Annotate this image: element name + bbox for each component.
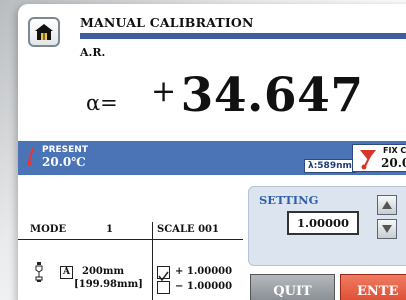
rotation-readout: +34.647	[151, 68, 364, 123]
scale-plus-checkbox[interactable]	[157, 266, 170, 282]
rotation-label: α=	[86, 91, 118, 115]
page-title: MANUAL CALIBRATION	[80, 15, 254, 30]
enter-button[interactable]: ENTE	[340, 274, 406, 300]
title-divider	[80, 33, 406, 39]
mode-value: 1	[106, 224, 113, 235]
column-divider	[152, 222, 153, 300]
mode-table-header: MODE 1 SCALE 001	[18, 222, 243, 240]
increase-button[interactable]	[377, 195, 397, 215]
present-temp-value: 20.0℃	[42, 155, 86, 169]
mode-header: MODE	[30, 224, 67, 235]
scale-header: SCALE 001	[157, 224, 219, 235]
calibration-screen: MANUAL CALIBRATION A.R. α= +34.647 PRESE…	[18, 4, 406, 300]
scale-minus-checkbox[interactable]	[157, 281, 170, 294]
fix-temp-panel[interactable]: FIX C 20.0°	[352, 144, 406, 172]
decrease-button[interactable]	[377, 219, 397, 239]
present-temp-label: PRESENT	[42, 145, 88, 155]
scale-minus-value: − 1.00000	[175, 281, 233, 292]
scale-plus-value: + 1.00000	[175, 266, 233, 277]
wavelength-badge: λ:589nm	[304, 159, 356, 173]
quit-button[interactable]: QUIT	[250, 274, 335, 300]
rotation-sign: +	[151, 74, 177, 109]
thermometer-icon	[27, 147, 34, 166]
status-bar: PRESENT 20.0℃ λ:589nm FIX C 20.0°	[18, 141, 406, 175]
fix-temp-label: FIX C	[383, 146, 406, 155]
thermometer-icon	[360, 150, 376, 170]
setting-input[interactable]: 1.00000	[287, 211, 359, 235]
home-button[interactable]	[28, 17, 60, 47]
size-value: 200mm	[82, 266, 125, 277]
page-subtitle: A.R.	[80, 46, 106, 59]
setting-label: SETTING	[259, 193, 319, 207]
rotation-value: 34.647	[180, 68, 364, 123]
arrow-down-icon	[382, 225, 392, 233]
fix-temp-value: 20.0°	[381, 156, 406, 170]
sensor-icon	[35, 262, 43, 282]
arrow-up-icon	[382, 201, 392, 209]
home-icon	[35, 24, 53, 40]
size-selector[interactable]: A	[60, 266, 73, 279]
setting-panel: SETTING 1.00000	[248, 186, 406, 266]
size-actual: [199.98mm]	[74, 279, 143, 290]
